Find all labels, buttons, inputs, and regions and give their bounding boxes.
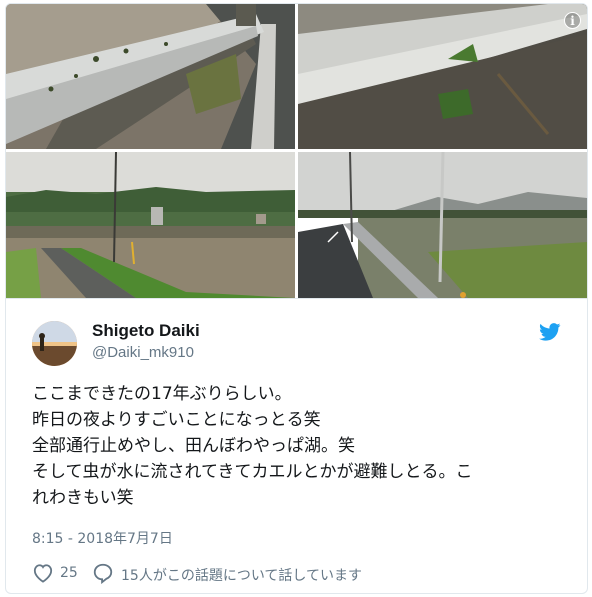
author-handle[interactable]: @Daiki_mk910	[92, 344, 194, 361]
comment-bubble-icon[interactable]	[92, 562, 114, 585]
like-count: 25	[60, 565, 78, 581]
tweet-text: ここまできたの17年ぶりらしい。 昨日の夜よりすごいことになっとる笑 全部通行止…	[32, 381, 577, 511]
tweet-text-line: れわきもい笑	[32, 488, 134, 508]
photo-flooded-fields[interactable]	[6, 152, 295, 298]
photo-guardrail-closeup[interactable]: i	[298, 4, 587, 149]
tweet-text-line: そして虫が水に流されてきてカエルとかが避難しとる。こ	[32, 462, 473, 482]
photo-guardrail-road[interactable]	[6, 4, 295, 149]
tweet-card[interactable]: i Shigeto Daiki @Daiki_mk910 ここまできたの17年ぶ…	[5, 3, 588, 594]
tweet-text-line: 全部通行止めやし、田んぼわやっぱ湖。笑	[32, 436, 355, 456]
info-icon[interactable]: i	[564, 12, 581, 29]
photo-flooded-road[interactable]	[298, 152, 587, 298]
tweet-body: Shigeto Daiki @Daiki_mk910 ここまできたの17年ぶりら…	[6, 298, 587, 593]
tweet-timestamp[interactable]: 8:15 - 2018年7月7日	[32, 528, 173, 548]
photo-grid: i	[6, 4, 587, 298]
twitter-bird-icon[interactable]	[539, 323, 561, 341]
talking-about-link[interactable]: 15人がこの話題について話しています	[121, 565, 362, 585]
tweet-text-line: ここまできたの17年ぶりらしい。	[32, 384, 292, 404]
author-name[interactable]: Shigeto Daiki	[92, 321, 200, 341]
heart-icon[interactable]	[32, 563, 54, 583]
tweet-text-line: 昨日の夜よりすごいことになっとる笑	[32, 410, 321, 430]
avatar[interactable]	[32, 321, 77, 366]
